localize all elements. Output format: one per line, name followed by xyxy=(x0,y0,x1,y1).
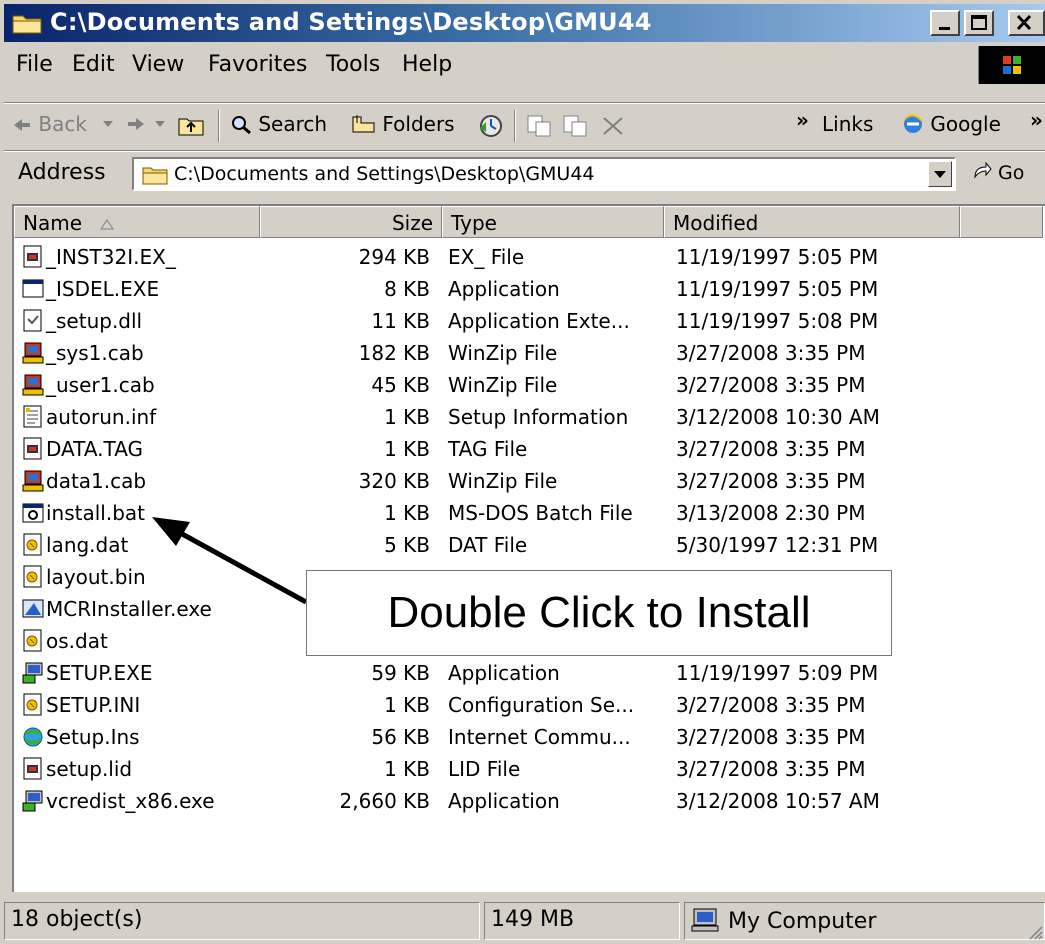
status-zone: My Computer xyxy=(684,902,1045,940)
status-zone-label: My Computer xyxy=(728,909,877,934)
callout-text: Double Click to Install xyxy=(387,588,811,637)
status-object-count: 18 object(s) xyxy=(4,902,480,940)
explorer-window: C:\Documents and Settings\Desktop\GMU44 … xyxy=(0,0,1045,944)
arrowhead xyxy=(152,517,190,546)
callout-arrow xyxy=(152,517,308,605)
status-bar: 18 object(s) 149 MB My Computer xyxy=(4,898,1045,942)
instruction-callout: Double Click to Install xyxy=(306,570,892,656)
my-computer-icon xyxy=(691,908,719,932)
resize-grip-icon[interactable] xyxy=(1027,924,1043,940)
status-size: 149 MB xyxy=(484,902,680,940)
